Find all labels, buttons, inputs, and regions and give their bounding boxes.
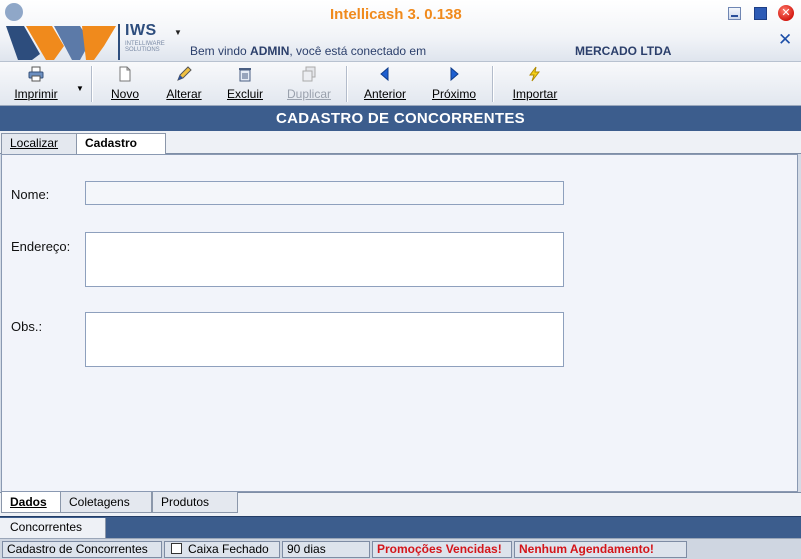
print-dropdown-icon[interactable]: ▼ — [76, 84, 84, 93]
previous-button[interactable]: Anterior — [356, 62, 414, 106]
status-scheduling-alert[interactable]: Nenhum Agendamento! — [514, 541, 687, 558]
brand-subtitle: INTELLIWARE SOLUTIONS — [125, 41, 165, 53]
toolbar: Imprimir ▼ Novo Alterar Excluir Duplicar… — [0, 62, 801, 106]
close-window-button[interactable]: ✕ — [778, 5, 794, 21]
section-title: CADASTRO DE CONCORRENTES — [0, 106, 801, 131]
minimize-button[interactable] — [728, 7, 741, 20]
pencil-icon — [177, 66, 192, 81]
edit-button[interactable]: Alterar — [158, 62, 210, 106]
welcome-message: Bem vindo ADMIN, você está conectado em — [190, 44, 427, 58]
tab-locate[interactable]: Localizar — [1, 133, 79, 154]
delete-button[interactable]: Excluir — [220, 62, 270, 106]
app-title: Intellicash 3. 0.138 — [330, 6, 462, 23]
brand-name: IWS — [125, 22, 157, 39]
status-bar: Cadastro de Concorrentes Caixa Fechado 9… — [0, 538, 801, 559]
app-header: IWS INTELLIWARE SOLUTIONS ▼ Intellicash … — [0, 0, 801, 62]
name-field[interactable] — [85, 181, 564, 205]
toolbar-separator — [91, 66, 92, 102]
iws-logo-icon — [5, 3, 116, 60]
toolbar-separator — [492, 66, 493, 102]
address-field[interactable] — [85, 232, 564, 287]
logo-dropdown-icon[interactable]: ▼ — [174, 28, 182, 37]
toolbar-separator — [346, 66, 347, 102]
status-days: 90 dias — [282, 541, 370, 558]
tab-register[interactable]: Cadastro — [76, 133, 166, 155]
maximize-button[interactable] — [754, 7, 767, 20]
duplicate-icon — [302, 66, 316, 82]
cashier-checkbox[interactable] — [171, 543, 182, 554]
user-name: ADMIN — [250, 44, 290, 58]
obs-field[interactable] — [85, 312, 564, 367]
logo-divider — [118, 24, 120, 60]
address-label: Endereço: — [11, 239, 71, 254]
window-tab-competitors[interactable]: Concorrentes — [0, 518, 106, 538]
tab-data[interactable]: Dados — [1, 492, 61, 513]
arrow-left-icon — [380, 66, 389, 82]
top-tab-strip: Localizar Cadastro — [0, 131, 801, 155]
window-tab-strip: Concorrentes — [0, 516, 801, 538]
tab-collections[interactable]: Coletagens — [60, 492, 152, 513]
company-name: MERCADO LTDA — [575, 44, 672, 58]
new-document-icon — [119, 66, 131, 82]
next-button[interactable]: Próximo — [424, 62, 484, 106]
arrow-right-icon — [450, 66, 459, 82]
lightning-icon — [529, 66, 541, 82]
obs-label: Obs.: — [11, 319, 43, 334]
printer-icon — [28, 66, 44, 82]
status-cashier[interactable]: Caixa Fechado — [164, 541, 280, 558]
import-button[interactable]: Importar — [502, 62, 568, 106]
form-panel: Nome: Endereço: Obs.: — [1, 154, 798, 492]
bottom-tab-strip: Dados Coletagens Produtos — [0, 492, 801, 516]
new-button[interactable]: Novo — [100, 62, 150, 106]
status-promotions-alert[interactable]: Promoções Vencidas! — [372, 541, 512, 558]
duplicate-button[interactable]: Duplicar — [280, 62, 338, 106]
recycle-bin-icon — [239, 68, 251, 82]
status-current-screen: Cadastro de Concorrentes — [2, 541, 162, 558]
tab-products[interactable]: Produtos — [152, 492, 238, 513]
close-form-icon[interactable]: ✕ — [778, 30, 792, 50]
name-label: Nome: — [11, 187, 50, 202]
print-button[interactable]: Imprimir — [6, 62, 66, 106]
